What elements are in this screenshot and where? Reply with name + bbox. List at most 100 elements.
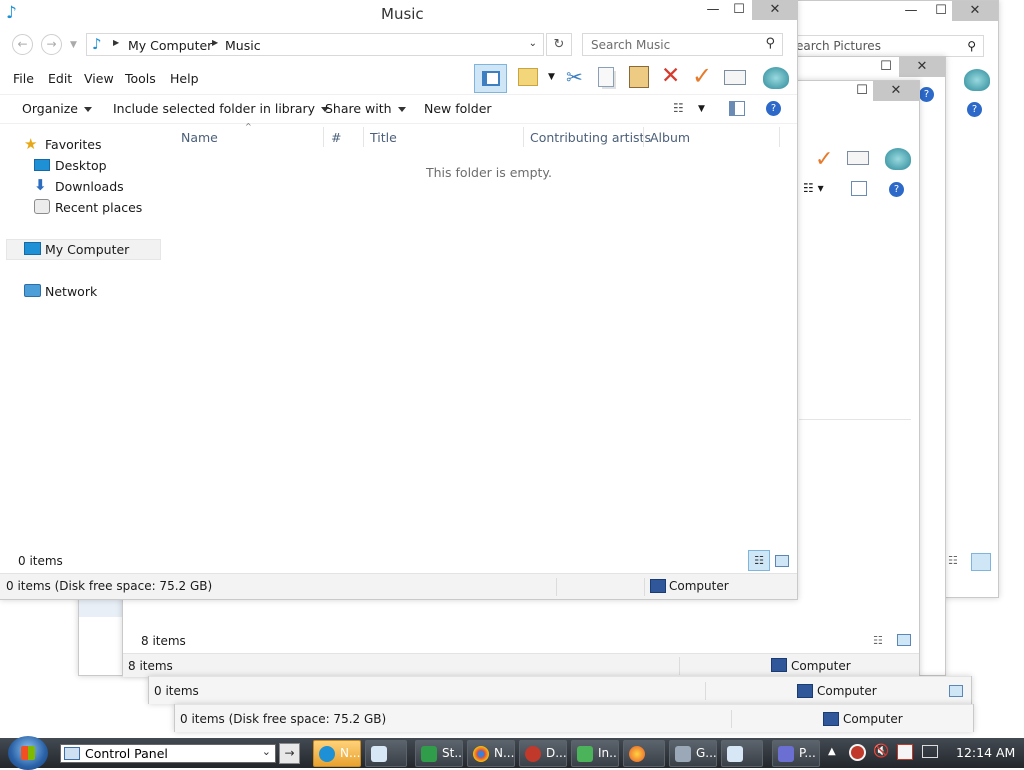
menu-tools[interactable]: Tools (125, 71, 156, 86)
menu-edit[interactable]: Edit (48, 71, 72, 86)
organize-button[interactable]: Organize (22, 101, 92, 116)
large-icons-view-button[interactable] (775, 555, 789, 567)
close-button[interactable]: ✕ (873, 81, 919, 101)
star-icon: ★ (24, 135, 38, 153)
folder-options-dropdown[interactable]: ▼ (548, 72, 555, 82)
shell-icon[interactable] (964, 69, 990, 91)
column-number[interactable]: # (331, 130, 341, 145)
taskbar-button-firefox[interactable] (623, 740, 665, 767)
details-view-icon[interactable]: ☷ (948, 554, 966, 570)
details-view-button[interactable]: ☷ (748, 550, 770, 571)
preview-view-icon[interactable] (949, 685, 963, 697)
volume-muted-icon[interactable]: 🔇 (873, 744, 889, 759)
music-note-icon: ♪ (92, 35, 102, 53)
network-icon (24, 284, 41, 297)
clock[interactable]: 12:14 AM (956, 745, 1015, 760)
column-name[interactable]: Name (181, 130, 218, 145)
computer-icon (823, 712, 839, 726)
nav-downloads[interactable]: Downloads (55, 179, 124, 194)
menu-view[interactable]: View (84, 71, 114, 86)
pane-toggle-button[interactable] (474, 64, 507, 93)
column-album[interactable]: Album (650, 130, 690, 145)
taskbar-button-g[interactable]: G... (669, 740, 717, 767)
share-with-button[interactable]: Share with (325, 101, 406, 116)
address-dropdown-icon[interactable]: ⌄ (529, 38, 537, 49)
show-hidden-icons-icon[interactable]: ▲ (828, 746, 836, 757)
search-placeholder: earch Pictures (796, 39, 881, 53)
taskbar-button-explorer[interactable] (365, 740, 407, 767)
paste-icon[interactable] (629, 66, 649, 88)
computer-icon (24, 242, 41, 255)
preview-pane-icon[interactable] (729, 101, 745, 116)
view-options-icon[interactable]: ☷ ▾ (803, 181, 824, 195)
menu-help[interactable]: Help (170, 71, 199, 86)
shell-icon[interactable] (885, 148, 911, 170)
taskbar: Control Panel ⌄ → N... St... N... D... I… (0, 736, 1024, 770)
music-explorer-window: ♪ Music — ☐ ✕ ← → ▼ ♪ ▶ My Computer ▶ Mu… (0, 0, 798, 600)
close-button[interactable]: ✕ (952, 1, 998, 21)
close-button[interactable]: ✕ (899, 57, 945, 77)
include-in-library-button[interactable]: Include selected folder in library (113, 101, 330, 116)
action-center-icon[interactable] (897, 744, 913, 760)
maximize-button[interactable]: ☐ (871, 57, 901, 77)
taskbar-button-chrome[interactable]: N... (467, 740, 515, 767)
address-bar[interactable]: ♪ ▶ My Computer ▶ Music ⌄ (86, 33, 544, 56)
layout-icon[interactable] (851, 181, 867, 196)
help-icon[interactable]: ? (967, 102, 982, 117)
preview-view-icon[interactable] (971, 553, 991, 571)
change-view-icon[interactable]: ☷ (673, 101, 684, 115)
recent-locations-dropdown[interactable]: ▼ (70, 40, 77, 50)
new-folder-button[interactable]: New folder (424, 101, 492, 116)
address-dropdown-icon[interactable]: ⌄ (262, 745, 271, 758)
status-location: Computer (669, 579, 729, 593)
start-button[interactable] (8, 736, 48, 770)
network-status-icon[interactable] (922, 745, 938, 758)
taskbar-button-in[interactable]: In... (571, 740, 619, 767)
search-input[interactable]: Search Music ⚲ (582, 33, 783, 56)
breadcrumb-music[interactable]: Music (225, 38, 261, 53)
nav-my-computer[interactable]: My Computer (45, 242, 129, 257)
column-title[interactable]: Title (370, 130, 397, 145)
cut-icon[interactable]: ✂ (566, 65, 583, 89)
shell-icon[interactable] (763, 67, 789, 89)
taskbar-button-window[interactable] (721, 740, 763, 767)
forward-button[interactable]: → (41, 34, 62, 55)
search-input[interactable]: earch Pictures ⚲ (796, 35, 984, 57)
address-toolbar[interactable]: Control Panel ⌄ (60, 744, 276, 763)
check-icon[interactable]: ✓ (815, 147, 833, 172)
breadcrumb-my-computer[interactable]: My Computer (128, 38, 212, 53)
nav-network[interactable]: Network (45, 284, 97, 299)
copy-icon[interactable] (598, 67, 614, 87)
nav-desktop[interactable]: Desktop (55, 158, 107, 173)
menu-file[interactable]: File (13, 71, 34, 86)
nav-recent-places[interactable]: Recent places (55, 200, 142, 215)
change-view-dropdown[interactable]: ▼ (698, 104, 705, 114)
status-bar: 0 items (Disk free space: 75.2 GB) Compu… (0, 573, 797, 599)
properties-icon[interactable] (847, 151, 869, 165)
close-button[interactable]: ✕ (752, 0, 798, 20)
taskbar-button-p[interactable]: P... (772, 740, 820, 767)
back-button[interactable]: ← (12, 34, 33, 55)
column-contributing-artists[interactable]: Contributing artists (530, 130, 651, 145)
maximize-button[interactable]: ☐ (724, 0, 754, 20)
preview-view-icon[interactable] (897, 634, 911, 646)
help-icon[interactable]: ? (766, 101, 781, 116)
go-button[interactable]: → (279, 743, 300, 764)
taskbar-button-d[interactable]: D... (519, 740, 567, 767)
help-icon[interactable]: ? (889, 182, 904, 197)
taskbar-button-st[interactable]: St... (415, 740, 463, 767)
refresh-button[interactable]: ↻ (546, 33, 572, 56)
check-icon[interactable]: ✓ (692, 62, 712, 90)
help-icon[interactable]: ? (919, 87, 934, 102)
sort-indicator-icon: ^ (245, 122, 252, 131)
taskbar-button-edge[interactable]: N... (313, 740, 361, 767)
nav-favorites[interactable]: Favorites (45, 137, 101, 152)
search-icon: ⚲ (765, 36, 775, 51)
folder-options-icon[interactable] (518, 68, 538, 86)
delete-icon[interactable]: ✕ (661, 63, 680, 89)
tray-app-icon[interactable] (849, 744, 866, 761)
minimize-button[interactable]: — (896, 1, 926, 21)
title-bar[interactable]: ♪ Music — ☐ ✕ (0, 0, 798, 26)
properties-icon[interactable] (724, 70, 746, 85)
details-view-icon[interactable]: ☷ (873, 634, 883, 647)
